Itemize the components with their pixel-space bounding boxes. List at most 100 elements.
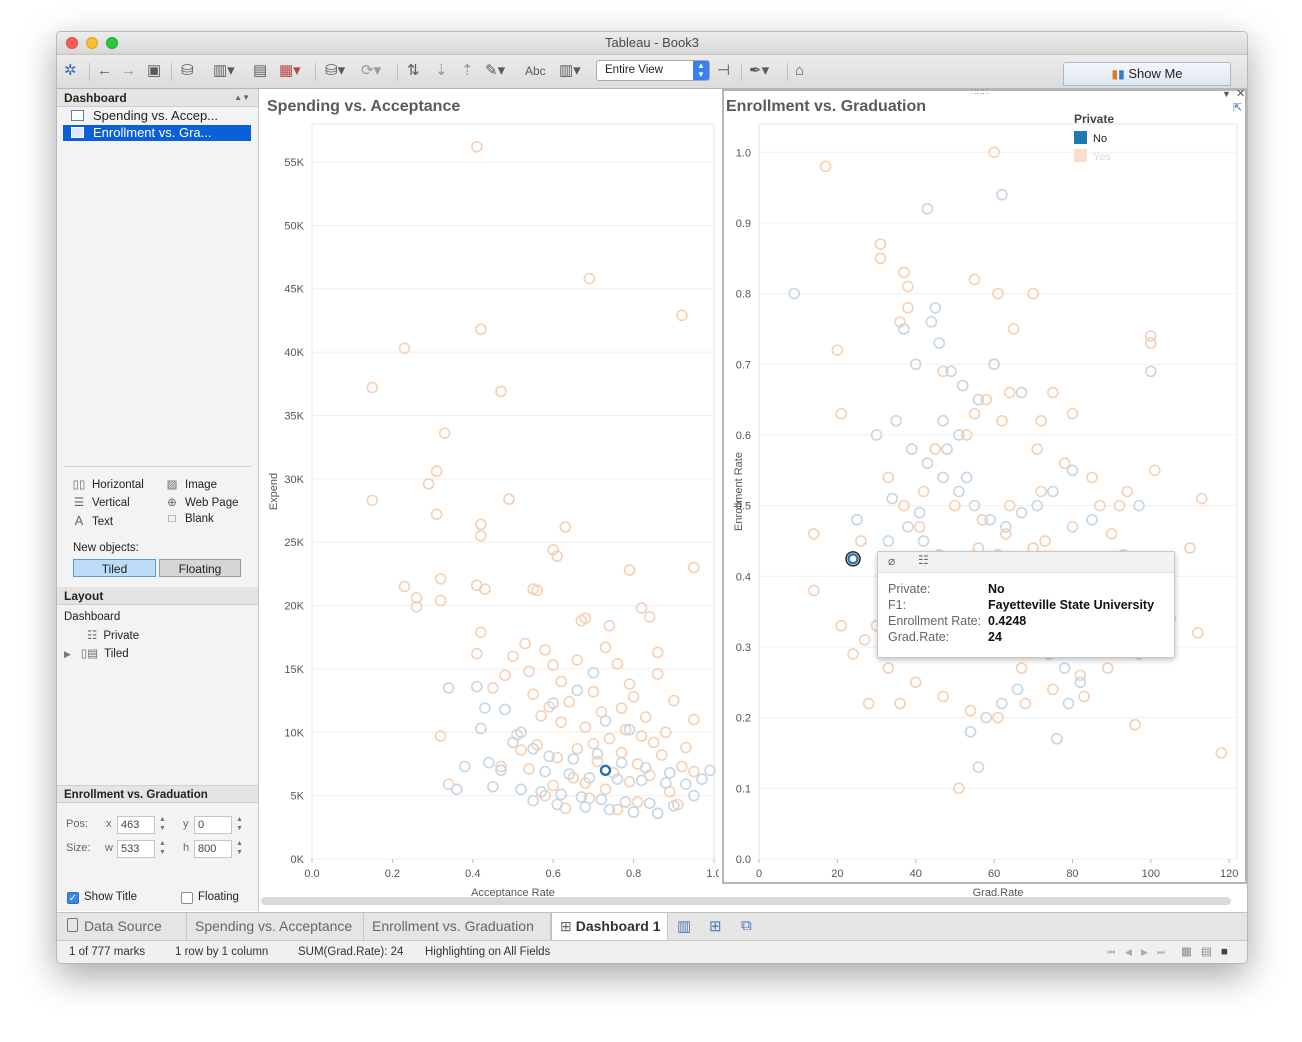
pos-y-input[interactable]: 0 <box>194 816 232 834</box>
selected-item-title: Enrollment vs. Graduation <box>64 789 208 801</box>
size-w-input[interactable]: 533 <box>117 840 155 858</box>
next-sheet-icon[interactable]: ▶ <box>1141 941 1148 963</box>
close-window-button[interactable] <box>66 37 78 49</box>
pos-y-stepper-icon[interactable]: ▲ ▼ <box>236 815 243 833</box>
legend-private[interactable]: Private No Yes <box>1074 112 1174 167</box>
drag-handle-icon[interactable]: ∷∷∷ <box>971 87 988 98</box>
floating-checkbox[interactable] <box>181 892 193 904</box>
open-sheet-icon[interactable]: ⇱ <box>1233 101 1242 114</box>
prev-sheet-icon[interactable]: ◀ <box>1125 941 1132 963</box>
tooltip-paperclip-icon[interactable]: ⌀ <box>888 554 895 568</box>
size-w-stepper-icon[interactable]: ▲ ▼ <box>159 839 166 857</box>
save-icon[interactable]: ▣ <box>147 61 161 81</box>
pos-x-input[interactable]: 463 <box>117 816 155 834</box>
dashboard-pane-header: Dashboard ▲▼ <box>57 89 258 107</box>
floating-button[interactable]: Floating <box>159 559 241 577</box>
tab-label: Data Source <box>84 918 162 934</box>
object-web-page[interactable]: ⊕ Web Page <box>165 495 239 509</box>
tableau-logo-icon[interactable]: ✲ <box>64 61 77 81</box>
show-me-button[interactable]: ▮▮ Show Me <box>1063 62 1231 86</box>
zoom-window-button[interactable] <box>106 37 118 49</box>
sheet-item-label: Enrollment vs. Gra... <box>93 125 212 140</box>
new-objects-label: New objects: <box>73 542 139 554</box>
clear-sheet-icon[interactable]: ▦▾ <box>279 61 301 81</box>
highlighted-point[interactable] <box>599 764 612 776</box>
tab-data-source[interactable]: Data Source <box>57 913 187 940</box>
size-h-stepper-icon[interactable]: ▲ ▼ <box>236 839 243 857</box>
new-worksheet-icon[interactable]: ▥▾ <box>213 61 235 81</box>
y-tick-label: 40K <box>284 347 304 359</box>
show-title-label: Show Title <box>84 891 138 903</box>
fit-select[interactable]: Entire View ▲ ▼ <box>596 60 710 81</box>
bar-chart-icon-2: ▮ <box>1118 67 1125 81</box>
tab-spending-vs-acceptance[interactable]: Spending vs. Acceptance <box>187 913 364 940</box>
tabs-view-icon[interactable]: ■ <box>1221 941 1228 963</box>
title-bar: Tableau - Book3 <box>57 32 1247 55</box>
sort-descending-icon[interactable]: ⇡ <box>461 61 474 81</box>
layout-pane-title: Layout <box>64 589 104 603</box>
new-worksheet-tab-icon[interactable]: ▥ <box>677 917 691 935</box>
scatter-spending-vs-acceptance[interactable]: 0K 5K 10K 15K 20K 25K 30K 35K 40K 45K 50K 55K 0.0 0.2… <box>259 119 719 919</box>
first-sheet-icon[interactable]: ⏮ <box>1107 941 1115 963</box>
layout-tree-root[interactable]: Dashboard <box>64 611 120 623</box>
tab-dashboard-1[interactable]: ⊞ Dashboard 1 <box>551 913 668 940</box>
object-blank[interactable]: □ Blank <box>165 513 214 525</box>
filmstrip-icon[interactable]: ▤ <box>1201 941 1212 963</box>
pos-x-stepper-icon[interactable]: ▲ ▼ <box>159 815 166 833</box>
sheet-item-spending[interactable]: Spending vs. Accep... <box>63 108 251 124</box>
tab-enrollment-vs-graduation[interactable]: Enrollment vs. Graduation <box>364 913 551 940</box>
plot-area <box>311 123 715 860</box>
y-tick-label: 10K <box>284 727 304 739</box>
status-sum: SUM(Grad.Rate): 24 <box>298 946 404 958</box>
tooltip-data-grid-icon[interactable]: ☷ <box>918 553 929 567</box>
pin-icon[interactable]: ⊣ <box>717 61 730 81</box>
y-tick-label: 1.0 <box>736 147 751 159</box>
object-vertical[interactable]: ☰ Vertical <box>72 495 130 509</box>
legend-item-yes[interactable]: Yes <box>1074 149 1174 167</box>
object-image[interactable]: ▨ Image <box>165 477 217 491</box>
forward-arrow-icon[interactable]: → <box>121 61 136 81</box>
highlighted-point[interactable] <box>847 553 859 565</box>
totals-icon[interactable]: ▥▾ <box>559 61 581 81</box>
legend-label-no: No <box>1093 133 1108 145</box>
tiled-button[interactable]: Tiled <box>73 559 156 577</box>
show-title-checkbox[interactable]: ✓ <box>67 892 79 904</box>
refresh-icon[interactable]: ⟳▾ <box>361 61 381 81</box>
layout-tree-private[interactable]: ☷ Private <box>87 628 139 642</box>
layout-tree-tiled[interactable]: ▶ ▯▤ Tiled <box>64 646 129 660</box>
highlighter-icon[interactable]: ✒▾ <box>749 61 769 81</box>
show-labels-icon[interactable]: Abc <box>525 61 546 81</box>
object-text[interactable]: A Text <box>72 513 113 528</box>
new-dashboard-tab-icon[interactable]: ⊞ <box>709 917 722 935</box>
close-view-icon[interactable]: ✕ <box>1236 87 1245 100</box>
new-story-tab-icon[interactable]: ⧉ <box>741 917 752 934</box>
sort-ascending-icon[interactable]: ⇣ <box>435 61 448 81</box>
sheet-item-enrollment[interactable]: Enrollment vs. Gra... <box>63 125 251 141</box>
y-tick-label: 0.0 <box>736 854 751 866</box>
presentation-icon[interactable]: ⌂ <box>795 61 804 81</box>
object-label: Blank <box>185 513 214 525</box>
last-sheet-icon[interactable]: ⏭ <box>1157 941 1165 963</box>
tableau-window: Tableau - Book3 ✲ ← → ▣ ⛁ ▥▾ ▤ ▦▾ ⛁▾ ⟳▾ … <box>56 31 1248 964</box>
sheet-sorter-icon[interactable]: ▦ <box>1181 941 1192 963</box>
tiled-container-icon: ▯▤ <box>80 648 99 660</box>
legend-item-no[interactable]: No <box>1074 131 1174 149</box>
pause-updates-icon[interactable]: ⛁▾ <box>325 61 345 81</box>
new-data-source-icon[interactable]: ⛁ <box>181 61 194 81</box>
size-h-input[interactable]: 800 <box>194 840 232 858</box>
object-label: Web Page <box>185 497 239 509</box>
paperclip-icon[interactable]: ✎▾ <box>485 61 505 81</box>
legend-label-yes: Yes <box>1093 151 1111 163</box>
expand-triangle-icon[interactable]: ▶ <box>64 649 71 659</box>
swap-axes-icon[interactable]: ⇅ <box>407 61 420 81</box>
sheet-item-label: Spending vs. Accep... <box>93 108 219 123</box>
scatter-enrollment-vs-graduation[interactable]: 0.00.10.20.30.40.50.60.70.80.91.00 20 40 60… <box>724 119 1244 919</box>
duplicate-sheet-icon[interactable]: ▤ <box>253 61 267 81</box>
pane-menu-icon[interactable]: ▲▼ <box>234 89 250 107</box>
horizontal-scrollbar[interactable] <box>261 897 1231 905</box>
object-horizontal[interactable]: ▯▯ Horizontal <box>72 477 144 491</box>
legend-swatch-no <box>1074 131 1087 144</box>
view-menu-chevron-icon[interactable]: ▼ <box>1222 89 1231 99</box>
minimize-window-button[interactable] <box>86 37 98 49</box>
back-arrow-icon[interactable]: ← <box>97 61 112 81</box>
